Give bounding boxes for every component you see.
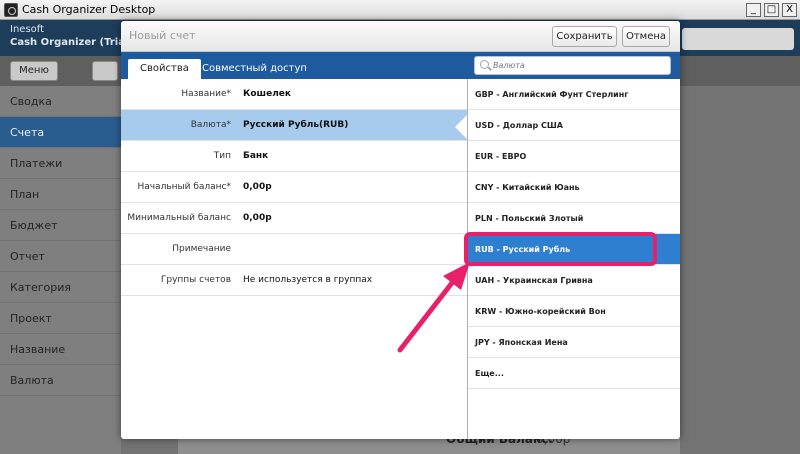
- annotation-arrow: [397, 262, 470, 353]
